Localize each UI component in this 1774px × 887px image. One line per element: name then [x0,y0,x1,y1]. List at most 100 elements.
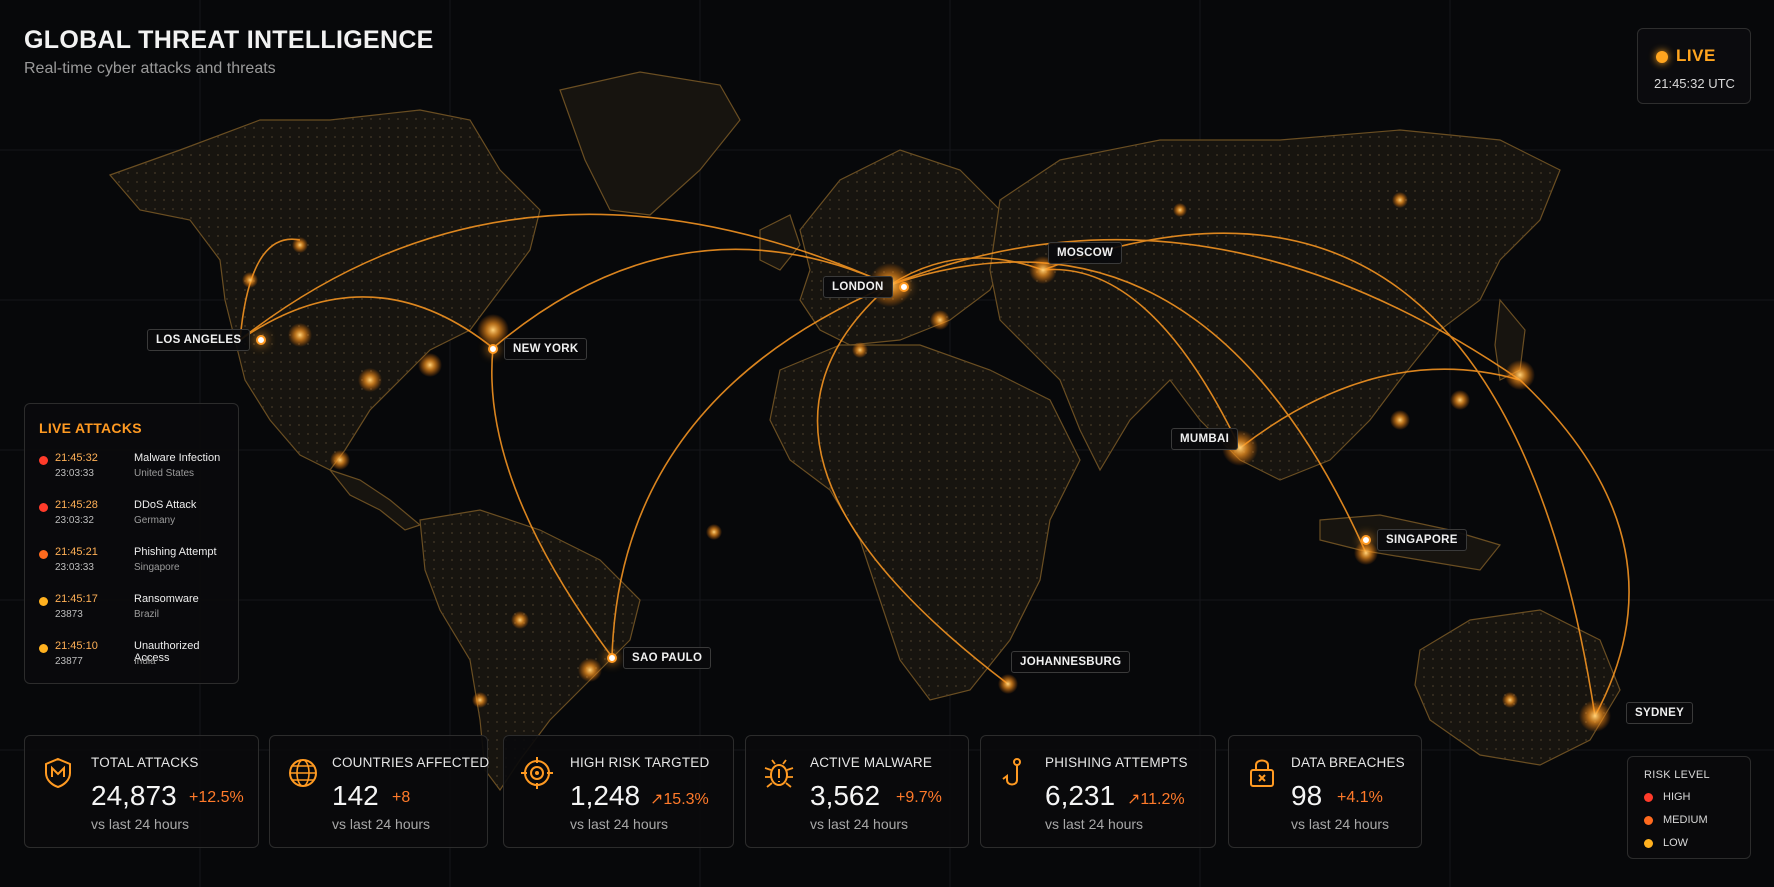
attack-location: India [134,656,156,667]
attack-time: 21:45:21 [55,546,98,558]
severity-dot-icon [39,503,48,512]
attack-list-item[interactable]: 21:45:10 23877 Unauthorized Access India [39,640,234,680]
city-marker-sydney[interactable]: SYDNEY [1626,702,1694,724]
attack-subtime: 23:03:33 [55,468,94,479]
city-marker-sao-paulo[interactable]: SAO PAULO [607,647,712,669]
city-label: SINGAPORE [1377,529,1467,551]
risk-dot-icon [1644,838,1653,848]
attack-subtime: 23873 [55,609,83,620]
stat-note: vs last 24 hours [1291,816,1390,832]
stat-note: vs last 24 hours [332,816,431,832]
live-clock: 21:45:32 UTC [1654,76,1735,91]
stat-change: +8 [392,789,411,806]
stat-change: +9.7% [896,789,942,806]
stat-note: vs last 24 hours [91,816,190,832]
risk-dot-icon [1644,815,1653,825]
risk-dot-icon [1644,792,1653,802]
stat-change: +4.1% [1337,789,1383,806]
attack-location: Singapore [134,562,180,573]
attack-list-item[interactable]: 21:45:21 23:03:33 Phishing Attempt Singa… [39,546,234,586]
live-label: LIVE [1676,46,1716,65]
stat-value: 98 [1291,780,1323,811]
risk-level-legend: RISK LEVEL HIGH MEDIUM LOW [1627,756,1751,859]
target-icon [521,757,553,789]
attack-time: 21:45:10 [55,640,98,652]
attack-type: Malware Infection [134,452,221,464]
attack-list-item[interactable]: 21:45:32 23:03:33 Malware Infection Unit… [39,452,234,492]
stat-note: vs last 24 hours [570,816,669,832]
hook-icon [1002,758,1021,786]
attack-type: Ransomware [134,593,199,605]
uk-shape [759,214,801,271]
city-marker-mumbai[interactable]: MUMBAI [1171,428,1239,450]
stat-label: COUNTRIES AFFECTED [332,755,490,770]
city-pin-icon [898,282,909,292]
city-marker-london[interactable]: LONDON [823,276,909,298]
risk-legend-title: RISK LEVEL [1644,769,1710,781]
attack-time: 21:45:28 [55,499,98,511]
live-status-panel: LIVE 21:45:32 UTC [1637,28,1751,104]
greenland-shape [559,71,741,216]
live-attacks-title: LIVE ATTACKS [39,420,142,436]
city-marker-singapore[interactable]: SINGAPORE [1361,529,1467,551]
attack-list-item[interactable]: 21:45:28 23:03:32 DDoS Attack Germany [39,499,234,539]
city-label: JOHANNESBURG [1011,651,1131,673]
stat-card-phishing-attempts[interactable]: PHISHING ATTEMPTS 6,231 ↗11.2% vs last 2… [980,735,1216,848]
city-label: SAO PAULO [623,647,712,669]
page-title: GLOBAL THREAT INTELLIGENCE [24,26,434,54]
severity-dot-icon [39,644,48,653]
stat-value: 24,873 [91,780,177,811]
stat-card-total-attacks[interactable]: TOTAL ATTACKS 24,873 +12.5% vs last 24 h… [24,735,259,848]
stat-value: 6,231 [1045,780,1116,811]
risk-legend-label: MEDIUM [1663,814,1708,826]
attack-type: DDoS Attack [134,499,197,511]
stat-value: 142 [332,780,379,811]
stat-card-high-risk-targeted[interactable]: HIGH RISK TARGTED 1,248 ↗15.3% vs last 2… [503,735,734,848]
city-label: NEW YORK [504,338,588,360]
city-marker-johannesburg[interactable]: JOHANNESBURG [1011,651,1131,673]
city-label: MOSCOW [1048,242,1123,264]
city-pin-icon [256,335,267,345]
attack-time: 21:45:17 [55,593,98,605]
shield-icon [45,757,71,789]
city-marker-moscow[interactable]: MOSCOW [1048,242,1123,264]
attack-time: 21:45:32 [55,452,98,464]
attack-subtime: 23877 [55,656,83,667]
attack-subtime: 23:03:33 [55,562,94,573]
city-pin-icon [488,344,498,354]
stat-card-countries-affected[interactable]: COUNTRIES AFFECTED 142 +8 vs last 24 hou… [269,735,490,848]
globe-icon [289,759,317,787]
attack-location: United States [134,468,195,479]
city-label: MUMBAI [1171,428,1239,450]
city-marker-new-york[interactable]: NEW YORK [488,338,588,360]
stat-change: +12.5% [189,789,244,806]
city-label: LONDON [823,276,893,298]
stat-value: 3,562 [810,780,881,811]
lock-icon [1250,759,1274,787]
city-pin-icon [1361,535,1371,545]
city-pin-icon [607,653,617,663]
central-america-shape [328,468,422,531]
severity-dot-icon [39,597,48,606]
city-marker-los-angeles[interactable]: LOS ANGELES [147,329,267,351]
severity-dot-icon [39,550,48,559]
stat-label: HIGH RISK TARGTED [570,755,710,770]
stat-value: 1,248 [570,780,641,811]
risk-legend-item: LOW [1644,837,1688,849]
stat-label: DATA BREACHES [1291,755,1405,770]
stat-card-data-breaches[interactable]: DATA BREACHES 98 +4.1% vs last 24 hours [1228,735,1422,848]
stat-card-active-malware[interactable]: ACTIVE MALWARE 3,562 +9.7% vs last 24 ho… [745,735,969,848]
page-subtitle: Real-time cyber attacks and threats [24,60,276,77]
stat-label: PHISHING ATTEMPTS [1045,755,1188,770]
stat-note: vs last 24 hours [810,816,909,832]
attack-type: Phishing Attempt [134,546,217,558]
attack-list-item[interactable]: 21:45:17 23873 Ransomware Brazil [39,593,234,633]
stat-label: TOTAL ATTACKS [91,755,199,770]
stat-change: ↗15.3% [650,791,709,808]
city-label: LOS ANGELES [147,329,251,351]
risk-legend-item: MEDIUM [1644,814,1708,826]
city-label: SYDNEY [1626,702,1694,724]
live-attacks-panel: LIVE ATTACKS 21:45:32 23:03:33 Malware I… [24,403,239,684]
attack-location: Brazil [134,609,160,620]
attack-subtime: 23:03:32 [55,515,94,526]
